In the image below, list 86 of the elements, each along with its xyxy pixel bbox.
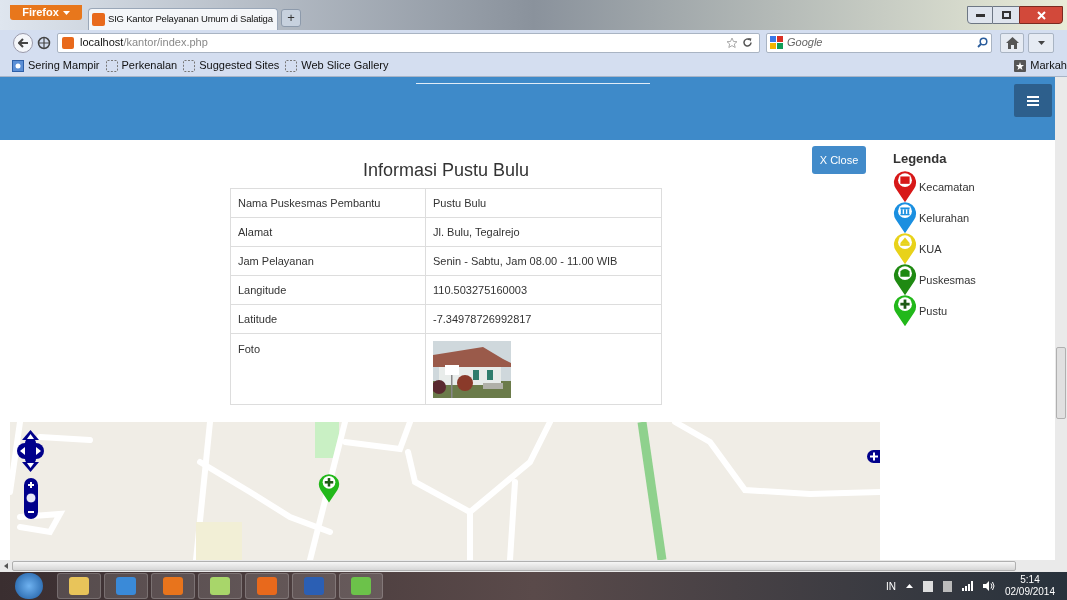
table-cell: 110.503275160003: [425, 275, 662, 305]
app-icon: [304, 577, 324, 595]
scrollbar-thumb[interactable]: [12, 561, 1016, 571]
new-tab-button[interactable]: +: [281, 9, 301, 27]
minimize-button[interactable]: [967, 6, 993, 24]
clock-time[interactable]: 5:14: [1020, 574, 1040, 586]
history-icon[interactable]: [37, 35, 51, 50]
bookmark-icon: [12, 59, 24, 72]
legend-title: Legenda: [893, 149, 948, 168]
close-button[interactable]: X Close: [812, 145, 866, 174]
table-cell: -7.34978726992817: [425, 304, 662, 334]
caret-icon: [1037, 40, 1045, 45]
horizontal-scrollbar[interactable]: [0, 560, 1055, 572]
menu-icon: [1027, 95, 1039, 106]
close-icon: [1036, 10, 1046, 20]
back-button[interactable]: [13, 32, 33, 53]
app-icon: [210, 577, 230, 595]
taskbar-app-button[interactable]: [339, 573, 383, 599]
restore-button[interactable]: [993, 6, 1019, 24]
search-icon[interactable]: [977, 37, 988, 48]
bookmark-link[interactable]: Sering Mampir: [12, 57, 100, 74]
taskbar-app-button[interactable]: [151, 573, 195, 599]
clock-date[interactable]: 02/09/2014: [1004, 586, 1055, 598]
pan-control-icon[interactable]: [17, 430, 44, 473]
site-icon: [62, 36, 74, 49]
table-cell: Latitude: [230, 304, 426, 334]
tab-title: SIG Kantor Pelayanan Umum di Salatiga: [108, 12, 273, 27]
volume-icon[interactable]: [982, 581, 995, 591]
search-engine-icon: [770, 36, 783, 49]
page-icon: [285, 59, 298, 72]
caret-icon: [62, 10, 70, 15]
legend-label: Puskesmas: [919, 272, 976, 288]
legend-label: Kelurahan: [919, 210, 970, 226]
tray-arrow-icon[interactable]: [905, 584, 913, 588]
table-cell: Senin - Sabtu, Jam 08.00 - 11.00 WIB: [425, 246, 662, 276]
bookmark-link[interactable]: Suggested Sites: [183, 57, 280, 74]
info-title: Informasi Pustu Bulu: [362, 158, 530, 181]
map-pin-icon: [893, 170, 917, 204]
map-pin-icon: [893, 263, 917, 297]
page-icon: [183, 59, 196, 72]
bookmark-link[interactable]: Perkenalan: [105, 57, 178, 74]
app-icon: [163, 577, 183, 595]
vertical-scrollbar[interactable]: [1055, 77, 1067, 572]
legend-label: Pustu: [919, 303, 948, 319]
taskbar-app-button[interactable]: [57, 573, 101, 599]
signal-icon[interactable]: [961, 581, 973, 591]
table-cell: Jam Pelayanan: [230, 246, 426, 276]
browser-tab[interactable]: SIG Kantor Pelayanan Umum di Salatiga: [88, 8, 278, 30]
table-cell: Foto: [230, 333, 426, 405]
map-marker-icon[interactable]: [867, 450, 880, 464]
legend-label: Kecamatan: [919, 179, 975, 195]
taskbar-app-button[interactable]: [198, 573, 242, 599]
table-cell: Nama Puskesmas Pembantu: [230, 188, 426, 218]
search-field[interactable]: Google: [766, 32, 992, 53]
app-icon: [257, 577, 277, 595]
address-field[interactable]: localhost/kantor/index.php: [57, 32, 760, 53]
legend-label: KUA: [919, 241, 942, 257]
table-cell: Langitude: [230, 275, 426, 305]
tab-logo-icon: [92, 13, 105, 26]
search-input[interactable]: Google: [787, 34, 973, 51]
table-cell: Pustu Bulu: [425, 188, 662, 218]
menu-button[interactable]: [1014, 84, 1052, 117]
home-button[interactable]: [1000, 32, 1024, 53]
refresh-icon[interactable]: [742, 37, 753, 48]
table-cell: Jl. Bulu, Tegalrejo: [425, 217, 662, 247]
map-pin-icon: [893, 201, 917, 235]
bookmarks-menu-link[interactable]: Markah: [1014, 57, 1067, 74]
url-text: localhost/kantor/index.php: [80, 35, 208, 51]
app-icon: [351, 577, 371, 595]
start-button[interactable]: [15, 573, 43, 599]
home-icon: [1005, 36, 1019, 49]
back-arrow-icon: [17, 37, 29, 48]
page-icon: [105, 59, 118, 72]
app-icon: [116, 577, 136, 595]
star-icon[interactable]: [726, 36, 738, 49]
close-window-button[interactable]: [1019, 6, 1063, 24]
star-icon: [1014, 59, 1027, 72]
language-indicator[interactable]: IN: [885, 578, 896, 594]
table-cell: Alamat: [230, 217, 426, 247]
scroll-left-icon[interactable]: [4, 563, 8, 569]
app-icon: [69, 577, 89, 595]
map-pin-icon: [893, 294, 917, 328]
addon-button[interactable]: [1028, 32, 1054, 53]
map-pin-icon: [893, 232, 917, 266]
map-pin-icon: [318, 473, 340, 504]
bookmark-link[interactable]: Web Slice Gallery: [285, 57, 389, 74]
